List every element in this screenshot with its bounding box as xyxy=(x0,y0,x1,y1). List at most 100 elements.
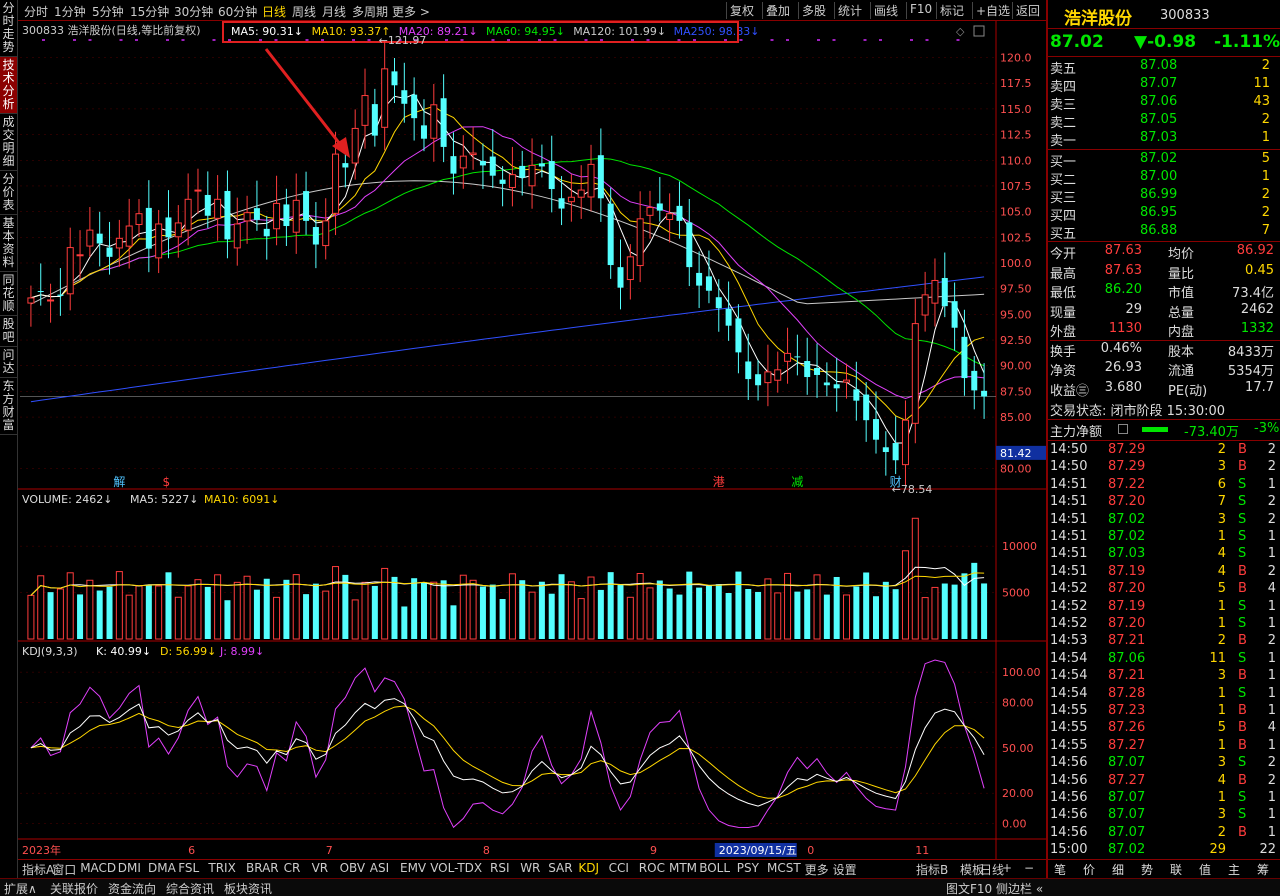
f10-link[interactable]: 图文F10 xyxy=(946,880,992,896)
asks-row[interactable]: 卖一 87.03 1 xyxy=(1050,130,1278,149)
panel-tab-4[interactable]: 联 xyxy=(1170,861,1182,878)
left-tab-0[interactable]: 分时走势 xyxy=(0,0,17,57)
indicator-tab-12[interactable]: EMV xyxy=(400,861,426,875)
left-tab-2[interactable]: 成交明细 xyxy=(0,114,17,171)
timeframe-9[interactable]: 多周期 xyxy=(352,3,388,20)
indicator-right-0[interactable]: 指标B xyxy=(916,861,948,878)
candle-body xyxy=(597,155,604,199)
indicator-tab-24[interactable]: 更多 xyxy=(805,861,829,878)
indicator-tab-8[interactable]: CR xyxy=(284,861,301,875)
bids-row[interactable]: 买一 87.02 5 xyxy=(1050,151,1278,170)
indicator-tab-4[interactable]: DMA xyxy=(148,861,176,875)
panel-tab-3[interactable]: 势 xyxy=(1141,861,1153,878)
diamond-icon[interactable]: ◇ xyxy=(956,25,965,38)
indicator-tab-18[interactable]: CCI xyxy=(609,861,629,875)
event-mark-0[interactable]: 解 xyxy=(113,475,125,489)
event-mark-3[interactable]: 减 xyxy=(791,475,803,489)
panel-tab-1[interactable]: 价 xyxy=(1083,861,1095,878)
indicator-tab-15[interactable]: WR xyxy=(520,861,540,875)
volume-bar xyxy=(332,566,340,640)
status-item-0[interactable]: 扩展∧ xyxy=(4,880,37,896)
left-tab-3[interactable]: 分价表 xyxy=(0,171,17,215)
toolbar-button-5[interactable]: F10 xyxy=(906,2,935,19)
bids-row[interactable]: 买五 86.88 7 xyxy=(1050,223,1278,242)
timeframe-0[interactable]: 分时 xyxy=(24,3,48,20)
indicator-tab-11[interactable]: ASI xyxy=(370,861,389,875)
indicator-tab-13[interactable]: VOL-TDX xyxy=(430,861,482,875)
indicator-right-4[interactable]: − xyxy=(1024,861,1034,875)
indicator-tab-21[interactable]: BOLL xyxy=(699,861,730,875)
indicator-tab-1[interactable]: 窗口 xyxy=(52,861,76,878)
indicator-tab-19[interactable]: ROC xyxy=(639,861,665,875)
status-item-2[interactable]: 资金流向 xyxy=(108,880,156,896)
panel-tab-7[interactable]: 筹 xyxy=(1257,861,1269,878)
x-label-3: 8 xyxy=(483,844,490,857)
toolbar-button-8[interactable]: 返回 xyxy=(1012,2,1043,19)
indicator-tab-23[interactable]: MCST xyxy=(767,861,801,875)
status-item-1[interactable]: 关联报价 xyxy=(50,880,98,896)
timeframe-6[interactable]: 日线 xyxy=(262,3,286,20)
event-mark-4[interactable]: 财 xyxy=(890,475,902,489)
sidebar-toggle[interactable]: 侧边栏 « xyxy=(996,880,1043,896)
panel-tab-0[interactable]: 笔 xyxy=(1054,861,1066,878)
event-mark-2[interactable]: 港 xyxy=(713,475,725,489)
indicator-tab-20[interactable]: MTM xyxy=(669,861,697,875)
toolbar-button-2[interactable]: 多股 xyxy=(798,2,829,19)
indicator-tab-5[interactable]: FSL xyxy=(178,861,199,875)
panel-tab-2[interactable]: 细 xyxy=(1112,861,1124,878)
kline-chart-area[interactable]: 300833 浩洋股份(日线,等比前复权) MA5: 90.31↓ MA10: 93… xyxy=(18,21,1046,859)
panel-tab-5[interactable]: 值 xyxy=(1199,861,1211,878)
bids-row[interactable]: 买四 86.95 2 xyxy=(1050,205,1278,224)
indicator-tab-0[interactable]: 指标A xyxy=(22,861,54,878)
volume-bar xyxy=(971,562,978,639)
panel-tab-6[interactable]: 主 xyxy=(1228,861,1240,878)
asks-row[interactable]: 卖四 87.07 11 xyxy=(1050,76,1278,95)
event-mark-1[interactable]: $ xyxy=(162,475,170,489)
toolbar-button-0[interactable]: 复权 xyxy=(726,2,757,19)
toolbar-button-3[interactable]: 统计 xyxy=(834,2,865,19)
asks-row[interactable]: 卖二 87.05 2 xyxy=(1050,112,1278,131)
status-item-4[interactable]: 板块资讯 xyxy=(224,880,272,896)
indicator-right-2[interactable]: 日线 xyxy=(980,861,1004,878)
toolbar-button-6[interactable]: 标记 xyxy=(936,2,967,19)
left-tab-7[interactable]: 问达 xyxy=(0,347,17,378)
indicator-tab-9[interactable]: VR xyxy=(312,861,329,875)
indicator-tab-7[interactable]: BRAR xyxy=(246,861,279,875)
indicator-tab-17[interactable]: KDJ xyxy=(578,861,599,875)
left-tab-5[interactable]: 同花顺 xyxy=(0,272,17,316)
indicator-right-3[interactable]: + xyxy=(1002,861,1012,875)
timeframe-5[interactable]: 60分钟 xyxy=(218,3,257,20)
indicator-tab-2[interactable]: MACD xyxy=(80,861,116,875)
volume-bar xyxy=(27,594,35,640)
timeframe-10[interactable]: 更多 > xyxy=(392,3,430,20)
left-tab-8[interactable]: 东方财富 xyxy=(0,378,17,435)
indicator-tab-25[interactable]: 设置 xyxy=(833,861,857,878)
asks-row[interactable]: 卖五 87.08 2 xyxy=(1050,58,1278,77)
bids-row[interactable]: 买三 86.99 2 xyxy=(1050,187,1278,206)
toolbar-button-7[interactable]: +自选 xyxy=(972,2,1013,19)
indicator-tab-10[interactable]: OBV xyxy=(340,861,366,875)
main-flow-pct: -3% xyxy=(1254,421,1280,436)
asks-row[interactable]: 卖三 87.06 43 xyxy=(1050,94,1278,113)
indicator-tab-22[interactable]: PSY xyxy=(737,861,759,875)
timeframe-7[interactable]: 周线 xyxy=(292,3,316,20)
timeframe-4[interactable]: 30分钟 xyxy=(174,3,213,20)
tick-price: 87.07 xyxy=(1108,824,1146,840)
toolbar-button-1[interactable]: 叠加 xyxy=(762,2,793,19)
bids-row[interactable]: 买二 87.00 1 xyxy=(1050,169,1278,188)
timeframe-2[interactable]: 5分钟 xyxy=(92,3,124,20)
indicator-tab-16[interactable]: SAR xyxy=(548,861,572,875)
indicator-tab-3[interactable]: DMI xyxy=(118,861,141,875)
left-tab-6[interactable]: 股吧 xyxy=(0,316,17,347)
timeframe-1[interactable]: 1分钟 xyxy=(54,3,86,20)
tick-row: 14:51 87.02 1 S 1 xyxy=(1050,529,1278,546)
status-item-3[interactable]: 综合资讯 xyxy=(166,880,214,896)
toolbar-button-4[interactable]: 画线 xyxy=(870,2,901,19)
timeframe-8[interactable]: 月线 xyxy=(322,3,346,20)
indicator-tab-14[interactable]: RSI xyxy=(490,861,510,875)
timeframe-3[interactable]: 15分钟 xyxy=(130,3,169,20)
left-tab-4[interactable]: 基本资料 xyxy=(0,215,17,272)
indicator-tab-6[interactable]: TRIX xyxy=(208,861,235,875)
left-tab-1[interactable]: 技术分析 xyxy=(0,57,17,114)
flow-menu-icon[interactable] xyxy=(1118,424,1128,434)
